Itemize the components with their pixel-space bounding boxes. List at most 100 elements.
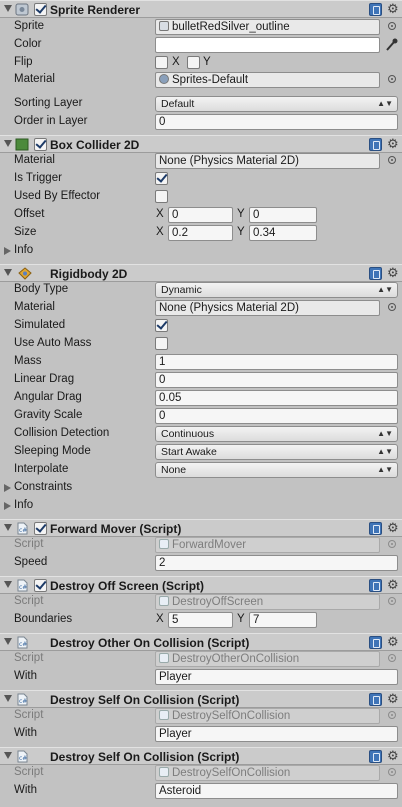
gravity-scale-input[interactable]: 0 <box>155 408 398 424</box>
help-book-icon[interactable] <box>369 267 382 280</box>
foldout-arrow-icon[interactable] <box>4 269 12 276</box>
gravity-scale-label: Gravity Scale <box>14 409 83 421</box>
flip-x-checkbox[interactable] <box>155 56 168 69</box>
svg-text:c#: c# <box>19 527 27 534</box>
order-in-layer-input[interactable]: 0 <box>155 114 398 130</box>
collision-detection-dropdown[interactable]: Continuous ▲▼ <box>155 426 398 442</box>
component-title: Sprite Renderer <box>50 3 141 17</box>
sprite-field[interactable]: bulletRedSilver_outline <box>155 19 380 35</box>
rigidbody-info-row[interactable]: Info <box>0 497 402 515</box>
forward-mover-enabled-checkbox[interactable] <box>34 522 47 535</box>
destroy-self-header[interactable]: c# Destroy Self On Collision (Script) ⚙ <box>0 690 402 708</box>
offset-y-input[interactable]: 0 <box>249 207 317 223</box>
size-row: Size X 0.2 Y 0.34 <box>0 224 402 242</box>
size-y-input[interactable]: 0.34 <box>249 225 317 241</box>
foldout-arrow-icon[interactable] <box>4 524 12 531</box>
boundaries-x-input[interactable]: 5 <box>168 612 233 628</box>
dropdown-arrow-icon: ▲▼ <box>377 285 393 294</box>
color-swatch[interactable] <box>155 37 380 53</box>
boundaries-y-input[interactable]: 7 <box>249 612 317 628</box>
forward-mover-header[interactable]: c# Forward Mover (Script) ⚙ <box>0 519 402 537</box>
constraints-row[interactable]: Constraints <box>0 479 402 497</box>
collider-material-row: Material None (Physics Material 2D) <box>0 152 402 170</box>
sorting-layer-dropdown[interactable]: Default ▲▼ <box>155 96 398 112</box>
help-book-icon[interactable] <box>369 138 382 151</box>
help-book-icon[interactable] <box>369 636 382 649</box>
script-label: Script <box>14 538 44 550</box>
foldout-arrow-icon[interactable] <box>4 752 12 759</box>
script-label: Script <box>14 709 44 721</box>
help-book-icon[interactable] <box>369 579 382 592</box>
auto-mass-checkbox[interactable] <box>155 337 168 350</box>
help-book-icon[interactable] <box>369 693 382 706</box>
help-book-icon[interactable] <box>369 3 382 16</box>
sprite-row: Sprite bulletRedSilver_outline <box>0 18 402 36</box>
info-foldout-label[interactable]: Info <box>14 244 33 256</box>
flip-y-checkbox[interactable] <box>187 56 200 69</box>
size-x-input[interactable]: 0.2 <box>168 225 233 241</box>
offset-x-input[interactable]: 0 <box>168 207 233 223</box>
body-type-dropdown[interactable]: Dynamic ▲▼ <box>155 282 398 298</box>
used-by-effector-checkbox[interactable] <box>155 190 168 203</box>
mass-input[interactable]: 1 <box>155 354 398 370</box>
object-picker-icon[interactable] <box>388 22 396 30</box>
script-file-icon: c# <box>15 693 29 706</box>
object-picker-icon <box>388 654 396 662</box>
destroy-off-screen-header[interactable]: c# Destroy Off Screen (Script) ⚙ <box>0 576 402 594</box>
info-foldout-label[interactable]: Info <box>14 499 33 511</box>
sprite-renderer-header[interactable]: Sprite Renderer ⚙ <box>0 0 402 18</box>
gear-icon[interactable]: ⚙ <box>387 692 399 706</box>
physics-material-field[interactable]: None (Physics Material 2D) <box>155 153 380 169</box>
gear-icon[interactable]: ⚙ <box>387 266 399 280</box>
foldout-arrow-icon[interactable] <box>4 5 12 12</box>
help-book-icon[interactable] <box>369 522 382 535</box>
simulated-checkbox[interactable] <box>155 319 168 332</box>
sleeping-mode-dropdown[interactable]: Start Awake ▲▼ <box>155 444 398 460</box>
foldout-arrow-icon[interactable] <box>4 581 12 588</box>
script-label: Script <box>14 595 44 607</box>
destroy-other-header[interactable]: c# Destroy Other On Collision (Script) ⚙ <box>0 633 402 651</box>
with-input[interactable]: Player <box>155 726 398 742</box>
gravity-scale-row: Gravity Scale 0 <box>0 407 402 425</box>
foldout-arrow-icon[interactable] <box>4 638 12 645</box>
foldout-arrow-icon[interactable] <box>4 695 12 702</box>
speed-input[interactable]: 2 <box>155 555 398 571</box>
destroy-off-screen-enabled-checkbox[interactable] <box>34 579 47 592</box>
gear-icon[interactable]: ⚙ <box>387 749 399 763</box>
svg-text:c#: c# <box>19 641 27 648</box>
with-input[interactable]: Asteroid <box>155 783 398 799</box>
box-collider-enabled-checkbox[interactable] <box>34 138 47 151</box>
gear-icon[interactable]: ⚙ <box>387 578 399 592</box>
is-trigger-checkbox[interactable] <box>155 172 168 185</box>
sprite-renderer-enabled-checkbox[interactable] <box>34 3 47 16</box>
with-input[interactable]: Player <box>155 669 398 685</box>
gear-icon[interactable]: ⚙ <box>387 137 399 151</box>
foldout-right-icon[interactable] <box>4 484 11 492</box>
linear-drag-input[interactable]: 0 <box>155 372 398 388</box>
svg-text:c#: c# <box>19 584 27 591</box>
object-picker-icon[interactable] <box>388 303 396 311</box>
foldout-arrow-icon[interactable] <box>4 140 12 147</box>
object-picker-icon[interactable] <box>388 156 396 164</box>
destroy-self-header[interactable]: c# Destroy Self On Collision (Script) ⚙ <box>0 747 402 765</box>
object-picker-icon[interactable] <box>388 75 396 83</box>
box-collider-header[interactable]: Box Collider 2D ⚙ <box>0 135 402 153</box>
collider-info-row[interactable]: Info <box>0 242 402 260</box>
gear-icon[interactable]: ⚙ <box>387 521 399 535</box>
gear-icon[interactable]: ⚙ <box>387 2 399 16</box>
angular-drag-input[interactable]: 0.05 <box>155 390 398 406</box>
gear-icon[interactable]: ⚙ <box>387 635 399 649</box>
y-axis-label: Y <box>237 226 245 238</box>
is-trigger-row: Is Trigger <box>0 170 402 188</box>
foldout-right-icon[interactable] <box>4 247 11 255</box>
color-label: Color <box>14 38 42 50</box>
help-book-icon[interactable] <box>369 750 382 763</box>
foldout-right-icon[interactable] <box>4 502 11 510</box>
constraints-foldout-label[interactable]: Constraints <box>14 481 72 493</box>
interpolate-dropdown[interactable]: None ▲▼ <box>155 462 398 478</box>
rigidbody-header[interactable]: Rigidbody 2D ⚙ <box>0 264 402 282</box>
physics-material-field[interactable]: None (Physics Material 2D) <box>155 300 380 316</box>
eyedropper-icon[interactable] <box>384 37 398 53</box>
material-field[interactable]: Sprites-Default <box>155 72 380 88</box>
component-title: Destroy Self On Collision (Script) <box>50 750 240 764</box>
